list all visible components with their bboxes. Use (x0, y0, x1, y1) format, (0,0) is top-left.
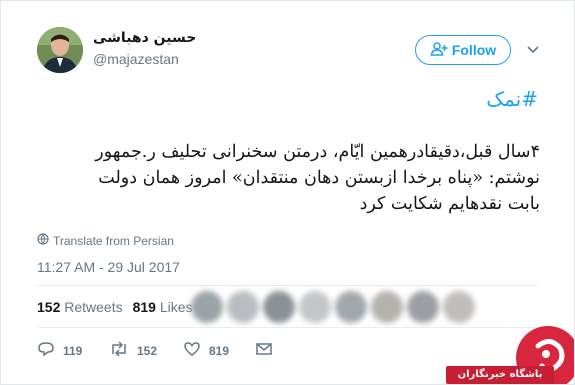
watermark-logo: باشگاه خبرنگاران (446, 326, 574, 384)
liker-avatar (371, 291, 403, 323)
avatar[interactable] (37, 27, 83, 73)
heart-icon (183, 341, 201, 360)
tweet-text-line: بابت نقدهایم شکایت کرد (359, 194, 540, 214)
likes-label: Likes (159, 299, 193, 315)
liker-avatar (335, 291, 367, 323)
tweet-stats: 152 Retweets 819 Likes (37, 299, 193, 315)
tweet-timestamp[interactable]: 11:27 AM - 29 Jul 2017 (37, 259, 180, 275)
tweet-text-line: ۴سال قبل،دقیقادرهمین ایّام، درمتن سخنران… (95, 142, 540, 162)
retweets-stat[interactable]: 152 Retweets (37, 299, 123, 315)
hashtag-link[interactable]: #نمک (486, 87, 538, 111)
liker-avatar (443, 291, 475, 323)
chevron-down-icon[interactable] (525, 41, 541, 57)
tweet-text-line: نوشتم: «پناه برخدا ازبستن دهان منتقدان» … (98, 168, 540, 188)
liker-avatar (407, 291, 439, 323)
likes-stat[interactable]: 819 Likes (133, 299, 193, 315)
watermark-label: باشگاه خبرنگاران (446, 366, 554, 384)
direct-message-button[interactable] (255, 341, 273, 360)
translate-label: Translate from Persian (53, 233, 174, 248)
add-person-icon (430, 41, 448, 59)
globe-icon (37, 233, 49, 248)
divider (37, 285, 538, 286)
reply-button[interactable]: 119 (37, 341, 82, 360)
liker-avatar (263, 291, 295, 323)
tweet-card: حسین دهباشی @majazestan Follow #نمک ۴سال… (0, 0, 575, 385)
author-handle[interactable]: @majazestan (93, 51, 179, 67)
reply-count: 119 (63, 343, 83, 358)
retweets-label: Retweets (64, 299, 123, 315)
liker-avatars-blurred (191, 289, 491, 325)
retweets-count: 152 (37, 299, 61, 315)
retweet-count: 152 (137, 343, 158, 358)
follow-button[interactable]: Follow (415, 35, 511, 65)
reply-icon (37, 341, 55, 360)
translate-link[interactable]: Translate from Persian (37, 233, 174, 248)
envelope-icon (255, 341, 273, 360)
like-count: 819 (209, 343, 230, 358)
likes-count: 819 (132, 299, 156, 315)
author-display-name[interactable]: حسین دهباشی (93, 30, 196, 46)
liker-avatar (191, 291, 223, 323)
liker-avatar (227, 291, 259, 323)
retweet-icon (109, 341, 129, 360)
like-button[interactable]: 819 (183, 341, 229, 360)
tweet-text: ۴سال قبل،دقیقادرهمین ایّام، درمتن سخنران… (35, 139, 540, 217)
liker-avatar (299, 291, 331, 323)
retweet-button[interactable]: 152 (109, 341, 157, 360)
follow-button-label: Follow (451, 42, 497, 58)
